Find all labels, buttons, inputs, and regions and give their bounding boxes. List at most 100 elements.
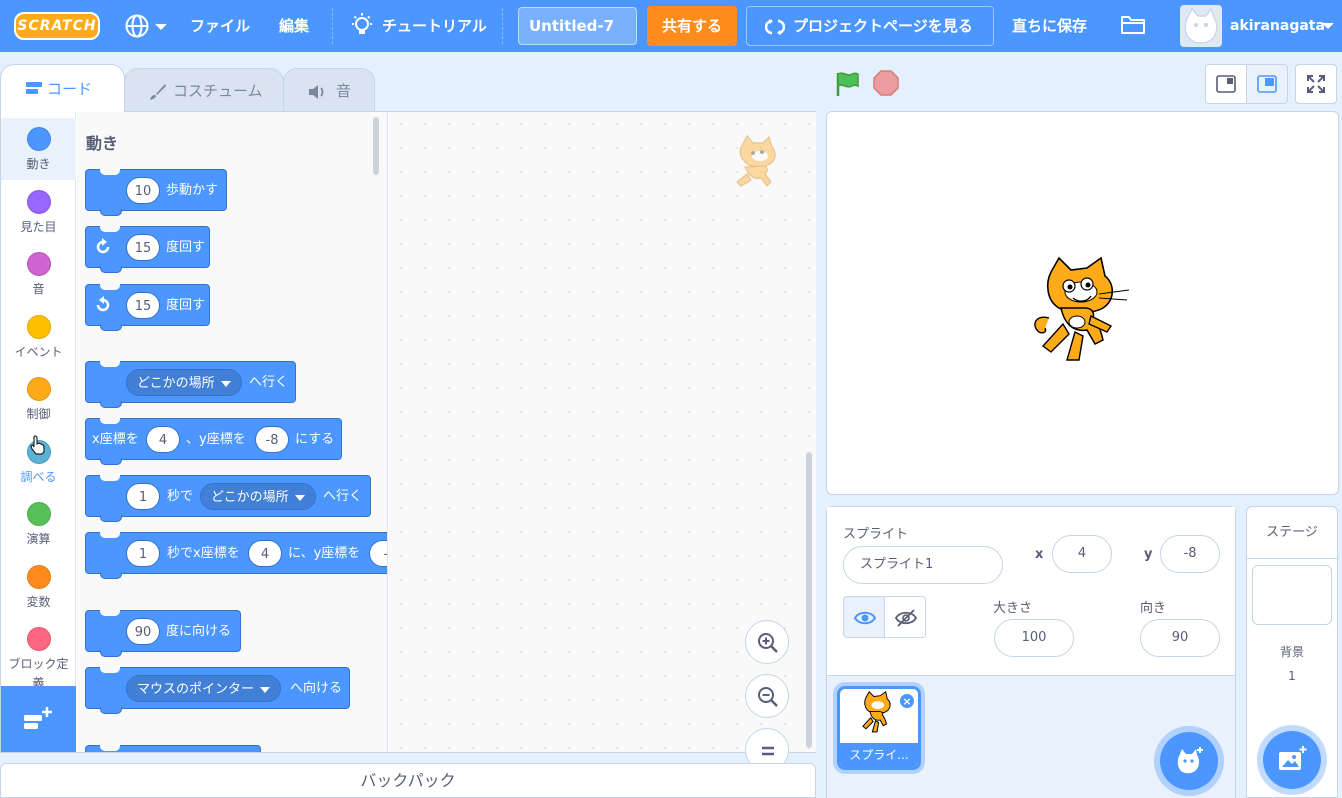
- scratch-logo[interactable]: SCRATCH: [14, 12, 100, 40]
- delete-sprite-button[interactable]: ×: [899, 693, 915, 709]
- tab-costumes-label: コスチューム: [173, 82, 263, 100]
- goto-xy-block[interactable]: x座標を 4 、y座標を -8 にする: [85, 418, 342, 465]
- fullscreen-button[interactable]: [1295, 64, 1337, 104]
- point-in-direction-block[interactable]: 90 度に向ける: [85, 610, 241, 657]
- direction-label: 向き: [1140, 601, 1167, 616]
- point-towards-block[interactable]: マウスのポインター へ向ける: [85, 667, 350, 714]
- category-dot: [26, 315, 51, 339]
- category-operators[interactable]: 演算: [1, 493, 76, 555]
- degrees-input[interactable]: 15: [126, 292, 160, 319]
- cat-thumbnail: [862, 691, 891, 733]
- goto-block[interactable]: どこかの場所 へ行く: [85, 361, 296, 408]
- block-text: 度回す: [166, 240, 206, 255]
- seconds-input[interactable]: 1: [126, 483, 160, 510]
- my-stuff-button[interactable]: [1120, 14, 1148, 38]
- choose-backdrop-button[interactable]: [1263, 731, 1321, 789]
- seconds-input[interactable]: 1: [126, 540, 160, 567]
- tutorials-menu[interactable]: チュートリアル: [350, 0, 490, 52]
- goto-target-dropdown[interactable]: どこかの場所: [126, 369, 242, 396]
- project-title-input[interactable]: Untitled-7: [518, 7, 637, 45]
- hide-sprite-button[interactable]: [884, 596, 926, 638]
- tab-code[interactable]: コード: [0, 64, 125, 112]
- y-input[interactable]: -8: [255, 426, 289, 453]
- see-project-page-button[interactable]: プロジェクトページを見る: [746, 6, 994, 46]
- sprite-tile[interactable]: × スプライ...: [837, 686, 921, 770]
- palette-section-title: 動き: [86, 134, 119, 153]
- choose-sprite-button[interactable]: [1160, 732, 1218, 790]
- steps-input[interactable]: 10: [126, 177, 160, 204]
- rotate-right-icon: [96, 238, 110, 254]
- add-extension-icon: [24, 707, 52, 729]
- add-extension-button[interactable]: [1, 686, 76, 752]
- workspace-scrollbar[interactable]: [806, 452, 812, 748]
- category-sound[interactable]: 音: [1, 243, 76, 305]
- size-input[interactable]: 100: [994, 619, 1074, 657]
- show-sprite-button[interactable]: [843, 596, 885, 638]
- save-now-menu[interactable]: 直ちに保存: [1012, 0, 1087, 52]
- category-dot: [26, 565, 51, 589]
- backdrops-label: 背景: [1279, 645, 1304, 659]
- y-position-input[interactable]: -8: [1160, 535, 1220, 573]
- category-looks[interactable]: 見た目: [1, 181, 76, 243]
- tab-code-label: コード: [47, 80, 93, 98]
- glide-xy-block[interactable]: 1 秒でx座標を 4 に、y座標を -: [85, 532, 387, 579]
- menu-bar: SCRATCH ファイル 編集 チュートリアル Untitled-7 共有する …: [0, 0, 1342, 52]
- file-menu[interactable]: ファイル: [190, 0, 250, 52]
- small-stage-button[interactable]: [1205, 64, 1247, 104]
- share-button[interactable]: 共有する: [647, 6, 737, 46]
- stage-target-pane[interactable]: ステージ 背景 1: [1246, 506, 1338, 798]
- sprite-label: スプライト: [843, 527, 909, 542]
- language-menu[interactable]: [124, 13, 168, 39]
- glide-target-dropdown[interactable]: どこかの場所: [200, 483, 316, 510]
- script-workspace[interactable]: [389, 112, 816, 772]
- change-x-block[interactable]: [85, 745, 261, 752]
- sprite-tile-name: スプライ...: [840, 743, 918, 767]
- sprite-name-input[interactable]: スプライト1: [843, 546, 1003, 584]
- direction-input[interactable]: 90: [126, 618, 160, 645]
- username-label[interactable]: akiranagata: [1230, 0, 1325, 52]
- x-input[interactable]: 4: [248, 540, 282, 567]
- category-sensing[interactable]: 調べる: [1, 431, 76, 493]
- stage-thumbnail[interactable]: [1252, 565, 1332, 625]
- backpack[interactable]: バックパック: [0, 763, 816, 798]
- palette-scrollbar[interactable]: [373, 117, 379, 175]
- category-control[interactable]: 制御: [1, 368, 76, 430]
- speaker-icon: [309, 85, 324, 99]
- category-events[interactable]: イベント: [1, 306, 76, 368]
- turn-left-block[interactable]: 15 度回す: [85, 284, 210, 331]
- point-towards-dropdown[interactable]: マウスのポインター: [126, 675, 282, 702]
- y-input[interactable]: -: [369, 540, 387, 567]
- direction-input[interactable]: 90: [1140, 619, 1220, 657]
- cat-avatar-icon: [1184, 7, 1218, 44]
- x-input[interactable]: 4: [146, 426, 180, 453]
- block-text: 度に向ける: [166, 624, 232, 639]
- cat-sprite[interactable]: [1029, 256, 1139, 368]
- tab-sounds[interactable]: 音: [283, 68, 375, 112]
- edit-menu[interactable]: 編集: [279, 0, 309, 52]
- block-text: 、y座標を: [186, 432, 246, 447]
- turn-right-block[interactable]: 15 度回す: [85, 226, 210, 273]
- zoom-out-button[interactable]: [745, 674, 789, 718]
- tab-costumes[interactable]: コスチューム: [124, 68, 284, 112]
- user-avatar[interactable]: [1180, 5, 1222, 47]
- eye-icon: [854, 611, 876, 625]
- category-variables[interactable]: 変数: [1, 556, 76, 618]
- tab-sounds-label: 音: [336, 82, 352, 100]
- stop-icon[interactable]: [873, 70, 899, 96]
- normal-stage-icon: [1257, 75, 1277, 93]
- zoom-in-button[interactable]: [745, 620, 789, 664]
- block-text: 秒でx座標を: [167, 546, 240, 561]
- glide-to-block[interactable]: 1 秒で どこかの場所 へ行く: [85, 475, 371, 522]
- chevron-down-icon[interactable]: [1322, 22, 1334, 30]
- degrees-input[interactable]: 15: [126, 234, 160, 261]
- category-motion[interactable]: 動き: [1, 118, 76, 180]
- category-label: イベント: [14, 345, 63, 359]
- category-my-blocks[interactable]: ブロック定義: [1, 618, 76, 690]
- move-steps-block[interactable]: 10 歩動かす: [85, 169, 227, 216]
- category-dot: [26, 377, 51, 401]
- stage-canvas[interactable]: [826, 111, 1339, 495]
- green-flag-icon[interactable]: [833, 70, 861, 98]
- category-menu: 動き 見た目 音 イベント 制御 調べる 演算 変数 ブロック定義: [1, 112, 76, 752]
- normal-stage-button[interactable]: [1246, 64, 1288, 104]
- x-position-input[interactable]: 4: [1052, 535, 1112, 573]
